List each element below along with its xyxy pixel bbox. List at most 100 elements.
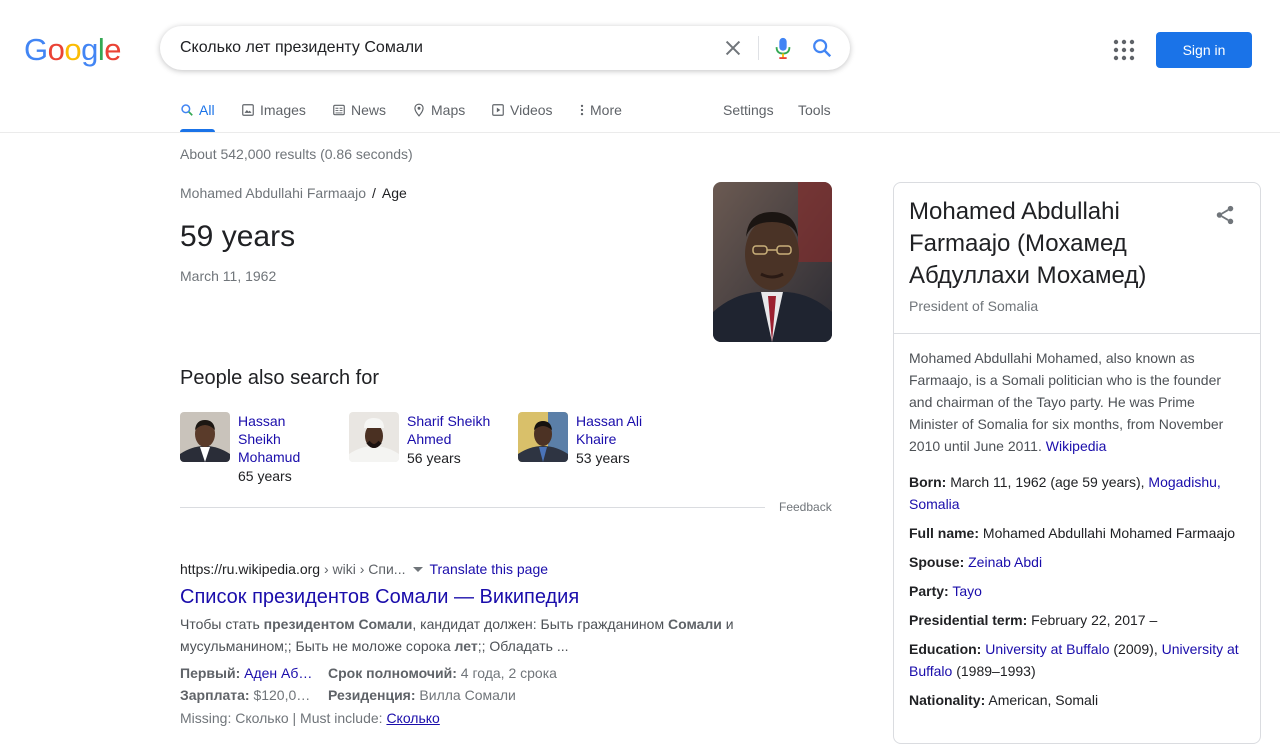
tab-label: Maps (431, 102, 466, 118)
tab-settings[interactable]: Settings (723, 98, 774, 132)
person-photo[interactable] (713, 182, 832, 342)
snippet-text: , кандидат должен: Быть гражданином (412, 616, 668, 632)
related-person-age: 53 years (576, 450, 630, 466)
result-url: https://ru.wikipedia.org › wiki › Спи...… (180, 561, 548, 577)
sign-in-button[interactable]: Sign in (1156, 32, 1252, 68)
answer-breadcrumb: Mohamed Abdullahi Farmaajo / Age (180, 185, 407, 201)
related-person-age: 56 years (407, 450, 461, 466)
logo-letter: G (24, 32, 48, 67)
image-icon (242, 104, 254, 116)
logo-letter: o (47, 32, 65, 67)
related-person-age: 65 years (238, 468, 292, 484)
kp-fact-term: Presidential term: February 22, 2017 – (909, 609, 1244, 631)
fact-label: Nationality: (909, 692, 986, 708)
tab-maps[interactable]: Maps (412, 98, 465, 132)
fact-label: Born: (909, 474, 947, 490)
education-link[interactable]: University at Buffalo (985, 641, 1109, 657)
snippet-highlight: лет (454, 638, 478, 654)
search-divider (758, 36, 759, 60)
dropdown-arrow-icon[interactable] (413, 566, 424, 572)
related-person[interactable]: Sharif Sheikh Ahmed 56 years (349, 412, 497, 467)
fact-label: Spouse: (909, 554, 965, 570)
tab-label: Videos (510, 102, 553, 118)
fact-link[interactable]: Аден Аб… (244, 665, 312, 681)
logo-letter: g (81, 32, 98, 67)
fact-label: Первый: (180, 665, 241, 681)
fact-value: March 11, 1962 (age 59 years), (946, 474, 1149, 490)
fact-value: (2009), (1109, 641, 1162, 657)
kp-subtitle: President of Somalia (909, 298, 1039, 314)
microphone-icon[interactable] (772, 36, 794, 60)
related-person[interactable]: Hassan Sheikh Mohamud 65 years (180, 412, 318, 485)
result-title-link[interactable]: Список президентов Сомали — Википедия (180, 586, 579, 609)
related-person[interactable]: Hassan Ali Khaire 53 years (518, 412, 656, 467)
knowledge-panel: Mohamed Abdullahi Farmaajo (Мохамед Абду… (893, 182, 1261, 744)
breadcrumb-entity[interactable]: Mohamed Abdullahi Farmaajo (180, 185, 366, 201)
tab-videos[interactable]: Videos (491, 98, 553, 132)
fact-label: Presidential term: (909, 612, 1028, 628)
tab-all[interactable]: All (180, 98, 215, 132)
answer-date: March 11, 1962 (180, 268, 277, 284)
more-vert-icon (580, 104, 584, 116)
header-divider (0, 132, 1280, 133)
share-icon[interactable] (1214, 203, 1236, 227)
result-host[interactable]: https://ru.wikipedia.org (180, 561, 320, 577)
news-icon (333, 104, 345, 116)
fact-label: Зарплата: (180, 687, 250, 703)
people-also-search-title: People also search for (180, 367, 380, 389)
wikipedia-link[interactable]: Wikipedia (1046, 438, 1107, 454)
google-logo[interactable]: Google (24, 32, 122, 67)
snippet-text: мусульманином;; Быть не моложе сорока (180, 638, 455, 654)
feedback-divider (180, 507, 765, 508)
related-person-name[interactable]: Hassan Sheikh Mohamud (238, 412, 318, 466)
tab-label: Images (260, 102, 306, 118)
kp-fact-fullname: Full name: Mohamed Abdullahi Mohamed Far… (909, 522, 1244, 544)
breadcrumb-separator: / (372, 185, 376, 201)
spouse-link[interactable]: Zeinab Abdi (968, 554, 1042, 570)
tab-images[interactable]: Images (241, 98, 306, 132)
party-link[interactable]: Tayo (952, 583, 982, 599)
tab-more[interactable]: More (579, 98, 622, 132)
tab-tools[interactable]: Tools (798, 98, 831, 132)
search-icon[interactable] (811, 37, 833, 59)
fact-value: American, Somali (985, 692, 1099, 708)
fact-value: 4 года, 2 срока (460, 665, 557, 681)
tab-news[interactable]: News (332, 98, 386, 132)
kp-title: Mohamed Abdullahi Farmaajo (Мохамед Абду… (909, 198, 1147, 289)
snippet-highlight: Сомали (667, 616, 722, 632)
related-person-name[interactable]: Sharif Sheikh Ahmed (407, 412, 497, 448)
snippet-text: Чтобы стать (180, 616, 264, 632)
fact-value: $120,0… (253, 687, 311, 703)
tab-label: More (590, 102, 622, 118)
feedback-link[interactable]: Feedback (779, 500, 832, 514)
related-person-thumbnail (349, 412, 399, 462)
kp-fact-education: Education: University at Buffalo (2009),… (909, 638, 1244, 682)
fact-value: Mohamed Abdullahi Mohamed Farmaajo (979, 525, 1236, 541)
translate-link[interactable]: Translate this page (429, 561, 548, 577)
fact-value: Вилла Сомали (419, 687, 516, 703)
related-person-thumbnail (180, 412, 230, 462)
search-box (160, 26, 850, 70)
tab-label: News (351, 102, 387, 118)
fact-label: Резиденция: (328, 687, 416, 703)
answer-value: 59 years (180, 220, 296, 253)
fact-label: Full name: (909, 525, 980, 541)
kp-fact-spouse: Spouse: Zeinab Abdi (909, 551, 1244, 573)
fact-label: Срок полномочий: (328, 665, 457, 681)
clear-icon[interactable] (722, 37, 744, 59)
apps-grid-icon[interactable] (1112, 38, 1136, 62)
kp-fact-party: Party: Tayo (909, 580, 1244, 602)
result-stats: About 542,000 results (0.86 seconds) (180, 146, 413, 162)
snippet-highlight: президентом Сомали (263, 616, 413, 632)
video-icon (492, 104, 504, 116)
fact-label: Education: (909, 641, 982, 657)
kp-description: Mohamed Abdullahi Mohamed, also known as… (909, 347, 1239, 457)
related-person-name[interactable]: Hassan Ali Khaire (576, 412, 656, 448)
tab-label: All (199, 102, 215, 118)
map-pin-icon (414, 103, 424, 117)
kp-fact-born: Born: March 11, 1962 (age 59 years), Mog… (909, 471, 1244, 515)
fact-value: February 22, 2017 – (1027, 612, 1158, 628)
related-person-thumbnail (518, 412, 568, 462)
must-include-link[interactable]: Сколько (386, 710, 439, 726)
search-input[interactable] (180, 26, 700, 70)
